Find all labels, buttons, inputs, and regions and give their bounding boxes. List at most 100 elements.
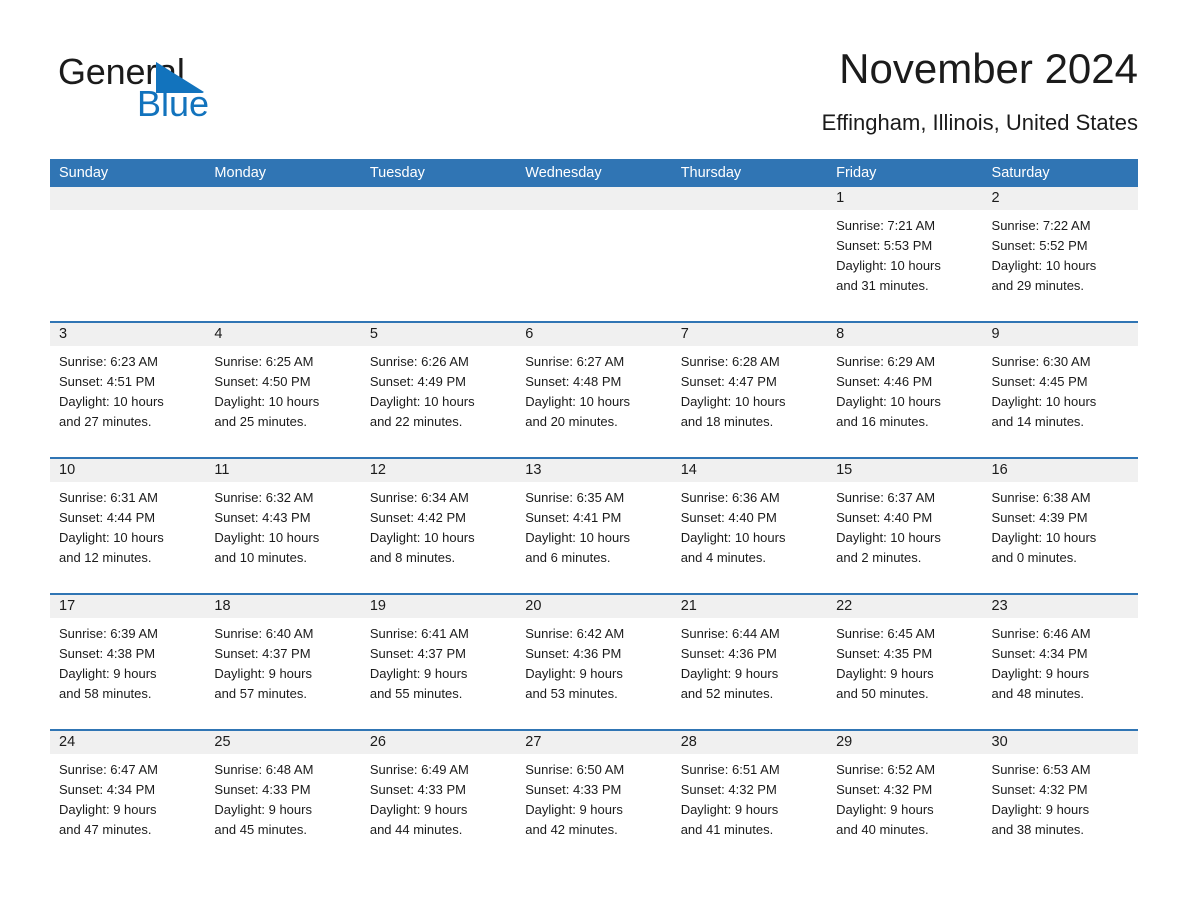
- day-info: [516, 210, 671, 216]
- day-cell[interactable]: [671, 187, 828, 321]
- day-cell[interactable]: 20 Sunrise: 6:42 AM Sunset: 4:36 PM Dayl…: [516, 595, 672, 729]
- weekday-header-tuesday: Tuesday: [369, 165, 425, 181]
- daylight-text-line1: Daylight: 10 hours: [991, 530, 1097, 545]
- daylight-text-line1: Daylight: 10 hours: [991, 258, 1097, 273]
- day-cell[interactable]: 25 Sunrise: 6:48 AM Sunset: 4:33 PM Dayl…: [205, 731, 361, 865]
- sunset-text: Sunset: 4:44 PM: [59, 510, 156, 525]
- day-cell[interactable]: [516, 187, 672, 321]
- page-header: General Blue November 2024 Effingham, Il…: [50, 44, 1138, 144]
- day-number-band: [671, 187, 828, 210]
- daylight-text-line2: and 20 minutes.: [525, 414, 618, 429]
- day-info: Sunrise: 6:53 AM Sunset: 4:32 PM Dayligh…: [983, 754, 1138, 840]
- sunrise-text: Sunrise: 6:50 AM: [525, 762, 625, 777]
- sunset-text: Sunset: 4:47 PM: [680, 374, 777, 389]
- day-info: Sunrise: 6:41 AM Sunset: 4:37 PM Dayligh…: [361, 618, 516, 704]
- day-number-band: 9: [982, 323, 1138, 346]
- day-cell[interactable]: 22 Sunrise: 6:45 AM Sunset: 4:35 PM Dayl…: [827, 595, 983, 729]
- day-cell[interactable]: [205, 187, 361, 321]
- day-cell[interactable]: [50, 187, 206, 321]
- sunset-text: Sunset: 4:33 PM: [369, 782, 466, 797]
- day-number-band: 11: [205, 459, 361, 482]
- day-cell[interactable]: 19 Sunrise: 6:41 AM Sunset: 4:37 PM Dayl…: [360, 595, 517, 729]
- day-number-band: [205, 187, 361, 210]
- sunrise-text: Sunrise: 6:49 AM: [369, 762, 469, 777]
- day-cell[interactable]: 1 Sunrise: 7:21 AM Sunset: 5:53 PM Dayli…: [827, 187, 983, 321]
- day-number: 14: [680, 462, 697, 478]
- day-cell[interactable]: 23 Sunrise: 6:46 AM Sunset: 4:34 PM Dayl…: [982, 595, 1138, 729]
- daylight-text-line2: and 38 minutes.: [991, 822, 1085, 837]
- day-number: 27: [525, 734, 542, 750]
- daylight-text-line1: Daylight: 9 hours: [836, 802, 934, 817]
- day-cell[interactable]: 16 Sunrise: 6:38 AM Sunset: 4:39 PM Dayl…: [982, 459, 1138, 593]
- day-number: 26: [369, 734, 386, 750]
- sunrise-text: Sunrise: 6:30 AM: [991, 354, 1091, 369]
- day-cell[interactable]: [360, 187, 517, 321]
- day-cell[interactable]: 21 Sunrise: 6:44 AM Sunset: 4:36 PM Dayl…: [671, 595, 828, 729]
- day-number-band: 25: [205, 731, 361, 754]
- day-info: Sunrise: 6:31 AM Sunset: 4:44 PM Dayligh…: [50, 482, 205, 568]
- sunrise-text: Sunrise: 6:41 AM: [369, 626, 469, 641]
- day-number: 4: [214, 326, 223, 342]
- day-cell[interactable]: 27 Sunrise: 6:50 AM Sunset: 4:33 PM Dayl…: [516, 731, 672, 865]
- daylight-text-line1: Daylight: 9 hours: [836, 666, 934, 681]
- day-cell[interactable]: 6 Sunrise: 6:27 AM Sunset: 4:48 PM Dayli…: [516, 323, 672, 457]
- day-cell[interactable]: 17 Sunrise: 6:39 AM Sunset: 4:38 PM Dayl…: [50, 595, 206, 729]
- day-cell[interactable]: 2 Sunrise: 7:22 AM Sunset: 5:52 PM Dayli…: [982, 187, 1138, 321]
- day-info: Sunrise: 6:29 AM Sunset: 4:46 PM Dayligh…: [827, 346, 982, 432]
- day-number-band: 4: [205, 323, 361, 346]
- daylight-text-line2: and 12 minutes.: [59, 550, 152, 565]
- day-number-band: 23: [982, 595, 1138, 618]
- day-cell[interactable]: 3 Sunrise: 6:23 AM Sunset: 4:51 PM Dayli…: [50, 323, 206, 457]
- weekday-header-friday: Friday: [836, 165, 877, 181]
- day-info: Sunrise: 6:48 AM Sunset: 4:33 PM Dayligh…: [205, 754, 360, 840]
- day-cell[interactable]: 26 Sunrise: 6:49 AM Sunset: 4:33 PM Dayl…: [360, 731, 517, 865]
- day-cell[interactable]: 30 Sunrise: 6:53 AM Sunset: 4:32 PM Dayl…: [982, 731, 1138, 865]
- sunset-text: Sunset: 4:32 PM: [991, 782, 1088, 797]
- day-number-band: 18: [205, 595, 361, 618]
- day-cell[interactable]: 5 Sunrise: 6:26 AM Sunset: 4:49 PM Dayli…: [360, 323, 517, 457]
- day-number: 18: [214, 598, 231, 614]
- day-number-band: [516, 187, 672, 210]
- daylight-text-line1: Daylight: 10 hours: [836, 530, 941, 545]
- sunset-text: Sunset: 4:32 PM: [836, 782, 933, 797]
- day-cell[interactable]: 18 Sunrise: 6:40 AM Sunset: 4:37 PM Dayl…: [205, 595, 361, 729]
- day-cell[interactable]: 4 Sunrise: 6:25 AM Sunset: 4:50 PM Dayli…: [205, 323, 361, 457]
- daylight-text-line1: Daylight: 10 hours: [991, 394, 1097, 409]
- day-cell[interactable]: 28 Sunrise: 6:51 AM Sunset: 4:32 PM Dayl…: [671, 731, 828, 865]
- day-cell[interactable]: 7 Sunrise: 6:28 AM Sunset: 4:47 PM Dayli…: [671, 323, 828, 457]
- daylight-text-line2: and 58 minutes.: [59, 686, 152, 701]
- daylight-text-line2: and 16 minutes.: [836, 414, 929, 429]
- weekday-header-sunday: Sunday: [59, 165, 109, 181]
- day-info: [205, 210, 360, 216]
- day-number: 10: [59, 462, 76, 478]
- day-cell[interactable]: 13 Sunrise: 6:35 AM Sunset: 4:41 PM Dayl…: [516, 459, 672, 593]
- daylight-text-line1: Daylight: 9 hours: [369, 802, 468, 817]
- day-cell[interactable]: 15 Sunrise: 6:37 AM Sunset: 4:40 PM Dayl…: [827, 459, 983, 593]
- day-number: 15: [836, 462, 853, 478]
- sunrise-text: Sunrise: 6:42 AM: [525, 626, 625, 641]
- general-blue-logo[interactable]: General Blue: [58, 52, 318, 138]
- day-number-band: 6: [516, 323, 672, 346]
- day-cell[interactable]: 24 Sunrise: 6:47 AM Sunset: 4:34 PM Dayl…: [50, 731, 206, 865]
- daylight-text-line1: Daylight: 10 hours: [525, 394, 631, 409]
- daylight-text-line2: and 6 minutes.: [525, 550, 611, 565]
- day-number-band: 2: [982, 187, 1138, 210]
- day-cell[interactable]: 9 Sunrise: 6:30 AM Sunset: 4:45 PM Dayli…: [982, 323, 1138, 457]
- day-cell[interactable]: 11 Sunrise: 6:32 AM Sunset: 4:43 PM Dayl…: [205, 459, 361, 593]
- daylight-text-line1: Daylight: 9 hours: [525, 802, 623, 817]
- day-cell[interactable]: 14 Sunrise: 6:36 AM Sunset: 4:40 PM Dayl…: [671, 459, 828, 593]
- day-cell[interactable]: 12 Sunrise: 6:34 AM Sunset: 4:42 PM Dayl…: [360, 459, 517, 593]
- weekday-header-saturday: Saturday: [991, 165, 1050, 181]
- sunrise-text: Sunrise: 6:28 AM: [680, 354, 780, 369]
- day-cell[interactable]: 29 Sunrise: 6:52 AM Sunset: 4:32 PM Dayl…: [827, 731, 983, 865]
- sunset-text: Sunset: 4:50 PM: [214, 374, 311, 389]
- sunrise-text: Sunrise: 6:44 AM: [680, 626, 780, 641]
- daylight-text-line2: and 40 minutes.: [836, 822, 929, 837]
- daylight-text-line1: Daylight: 9 hours: [680, 666, 779, 681]
- day-number: 30: [991, 734, 1008, 750]
- day-info: Sunrise: 6:28 AM Sunset: 4:47 PM Dayligh…: [672, 346, 827, 432]
- day-cell[interactable]: 10 Sunrise: 6:31 AM Sunset: 4:44 PM Dayl…: [50, 459, 206, 593]
- week-row: 10 Sunrise: 6:31 AM Sunset: 4:44 PM Dayl…: [50, 457, 1138, 593]
- day-number: 2: [991, 190, 1000, 206]
- day-cell[interactable]: 8 Sunrise: 6:29 AM Sunset: 4:46 PM Dayli…: [827, 323, 983, 457]
